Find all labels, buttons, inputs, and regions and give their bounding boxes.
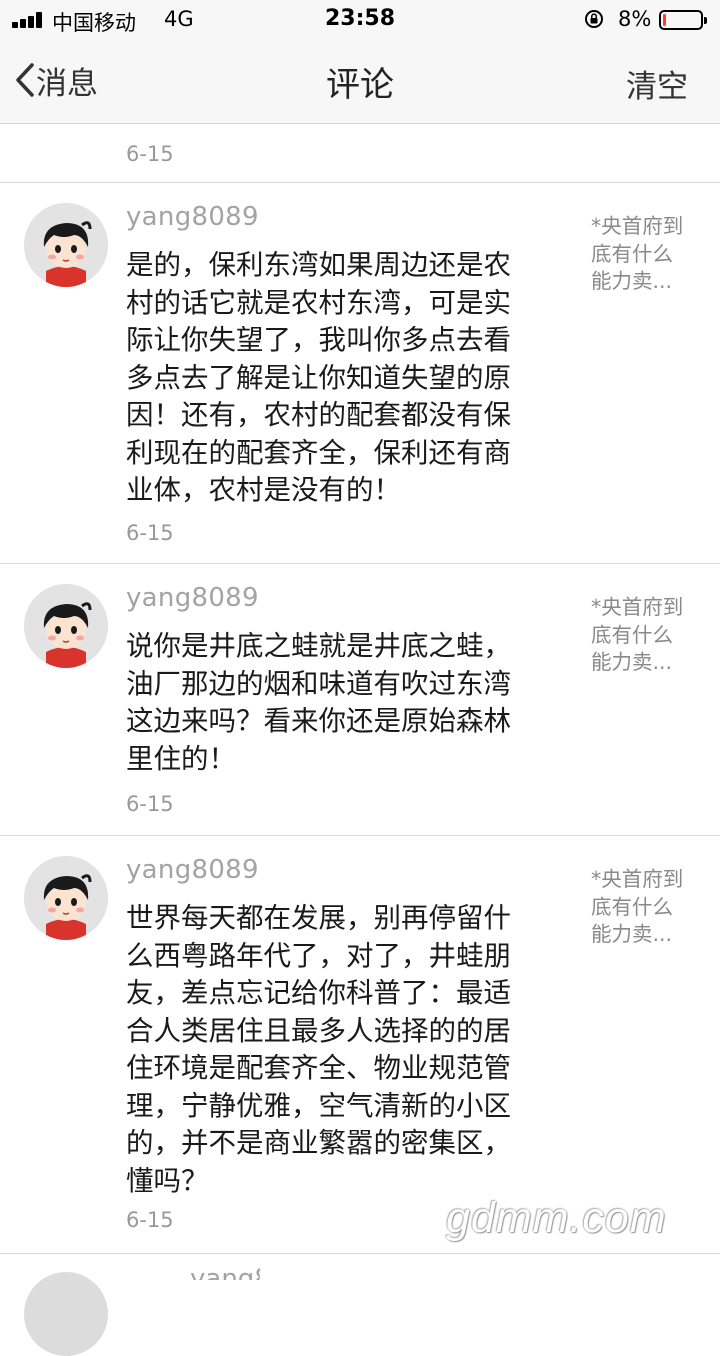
comment-date: 6-15 xyxy=(126,521,174,545)
clear-button[interactable]: 清空 xyxy=(626,61,688,106)
comment-item[interactable]: yang8089 说你是井底之蛙就是井底之蛙， 油厂那边的烟和味道有吹过东湾 这… xyxy=(0,564,720,836)
comment-line: 这边来吗？看来你还是原始森林 xyxy=(126,705,511,737)
avatar[interactable] xyxy=(24,1272,108,1356)
comment-line: 油厂那边的烟和味道有吹过东湾 xyxy=(126,667,511,700)
username[interactable]: yang8089 xyxy=(126,202,259,232)
watermark: gdmm.com xyxy=(446,1194,667,1242)
comment-date: 6-15 xyxy=(126,792,174,816)
comment-line: 合人类居住且最多人选择的的居 xyxy=(126,1014,511,1047)
comment-line: 的，并不是商业繁嚣的密集区， xyxy=(126,1127,511,1159)
referenced-post[interactable]: *央首府到 底有什么 能力卖... xyxy=(591,866,703,949)
referenced-post[interactable]: *央首府到 底有什么 能力卖... xyxy=(591,594,703,677)
ref-line: *央首府到 xyxy=(591,214,684,238)
username[interactable]: yang8089 xyxy=(126,855,259,885)
cartoon-boy-avatar-icon xyxy=(24,203,108,287)
username-text: yang8089 xyxy=(190,1268,260,1280)
cartoon-boy-avatar-icon xyxy=(24,856,108,940)
comment-text: 是的，保利东湾如果周边还是农 村的话它就是农村东湾，可是实 际让你失望了，我叫你… xyxy=(126,247,566,510)
comment-date: 6-15 xyxy=(126,142,174,166)
cartoon-boy-avatar-icon xyxy=(24,584,108,668)
comment-line: 里住的！ xyxy=(126,742,236,775)
comment-line: 理，宁静优雅，空气清新的小区 xyxy=(126,1089,511,1122)
comment-text: 世界每天都在发展，别再停留什 么西粤路年代了，对了，井蛙朋 友，差点忘记给你科普… xyxy=(126,900,566,1200)
avatar[interactable] xyxy=(24,203,108,287)
comment-line: 多点去了解是让你知道失望的原 xyxy=(126,361,511,394)
comment-date: 6-15 xyxy=(126,1208,174,1232)
referenced-post[interactable]: *央首府到 底有什么 能力卖... xyxy=(591,213,703,296)
ref-line: *央首府到 xyxy=(591,867,684,891)
ref-line: 底有什么 xyxy=(591,622,673,647)
comment-text: 说你是井底之蛙就是井底之蛙， 油厂那边的烟和味道有吹过东湾 这边来吗？看来你还是… xyxy=(126,628,566,778)
comment-line: 住环境是配套齐全、物业规范管 xyxy=(126,1052,511,1084)
ref-line: 底有什么 xyxy=(591,894,673,919)
ref-line: 能力卖... xyxy=(591,650,673,674)
comment-item[interactable]: yang8089 世界每天都在发展，别再停留什 么西粤路年代了，对了，井蛙朋 友… xyxy=(0,836,720,1254)
avatar[interactable] xyxy=(24,856,108,940)
comment-line: 业体，农村是没有的！ xyxy=(126,474,401,506)
battery-percent: 8% xyxy=(618,7,652,31)
comment-line: 说你是井底之蛙就是井底之蛙， xyxy=(126,630,511,662)
rotation-lock-icon xyxy=(585,10,603,28)
clock: 23:58 xyxy=(324,6,396,31)
comment-line: 因！还有，农村的配套都没有保 xyxy=(126,399,511,431)
nav-bar: 消息 评论 清空 xyxy=(0,40,720,124)
list-item[interactable]: 6-15 xyxy=(0,124,720,183)
avatar[interactable] xyxy=(24,584,108,668)
ref-line: *央首府到 xyxy=(591,595,684,619)
comment-line: 际让你失望了，我叫你多点去看 xyxy=(126,324,511,356)
comment-line: 么西粤路年代了，对了，井蛙朋 xyxy=(126,939,511,972)
comment-line: 是的，保利东湾如果周边还是农 xyxy=(126,249,511,281)
ref-line: 底有什么 xyxy=(591,241,673,266)
comment-line: 友，差点忘记给你科普了：最适 xyxy=(126,977,511,1009)
battery-icon xyxy=(659,10,707,30)
comment-item[interactable]: yang8089 是的，保利东湾如果周边还是农 村的话它就是农村东湾，可是实 际… xyxy=(0,183,720,564)
comment-line: 利现在的配套齐全，保利还有商 xyxy=(126,436,511,469)
comment-line: 世界每天都在发展，别再停留什 xyxy=(126,902,511,934)
page-title: 评论 xyxy=(326,65,394,105)
username[interactable]: yang8089 xyxy=(126,583,259,613)
comment-line: 村的话它就是农村东湾，可是实 xyxy=(126,286,511,319)
username[interactable]: yang8089 xyxy=(190,1268,260,1280)
ref-line: 能力卖... xyxy=(591,269,673,293)
ref-line: 能力卖... xyxy=(591,922,673,946)
status-bar: 中国移动 4G 23:58 8% xyxy=(0,0,720,40)
